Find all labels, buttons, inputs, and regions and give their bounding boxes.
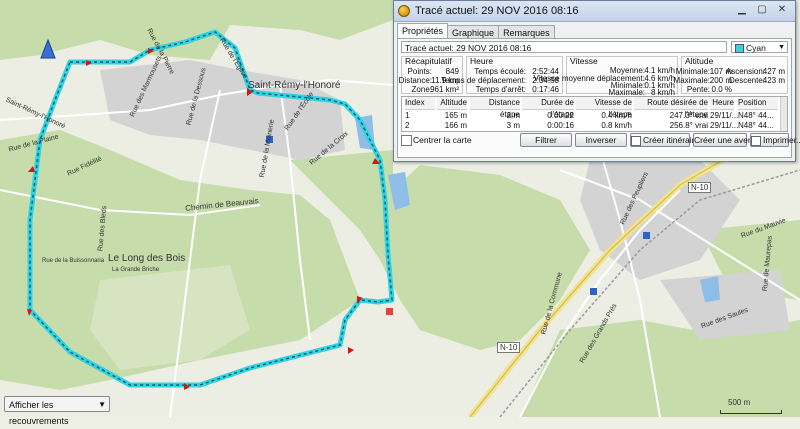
cell-speed: 0.8 km/h — [601, 121, 632, 130]
cell-position: N48° 44... — [738, 111, 774, 120]
cell-course: 256.8° vrai — [669, 121, 708, 130]
properties-panel: Tracé actuel: 29 NOV 2016 08:16 Cyan ▼ R… — [397, 38, 800, 158]
speed-group: Vitesse Moyenne: 4.1 km/h Vitesse moyenn… — [534, 56, 678, 97]
scale-bar — [720, 410, 782, 414]
altitude-value: 427 m — [762, 67, 785, 76]
column-header-index[interactable]: Index — [405, 97, 435, 110]
create-adventure-button[interactable]: Créer une aventure... — [693, 133, 774, 147]
close-button[interactable]: ✕ — [773, 3, 791, 18]
filter-button[interactable]: Filtrer — [520, 133, 572, 147]
cell-distance: 3 m — [506, 121, 520, 130]
summary-value: 849 — [445, 67, 459, 76]
altitude-title: Altitude — [685, 56, 714, 66]
altitude-label: Descente: — [728, 76, 765, 85]
cell-time: 29/11/... — [710, 121, 739, 130]
cell-position: N48° 44... — [738, 121, 774, 130]
center-map-checkbox[interactable] — [401, 135, 412, 146]
map-label-town: Saint-Rémy-l'Honoré — [248, 80, 341, 91]
cell-index: 2 — [405, 121, 410, 130]
cell-distance: 2 m — [506, 111, 520, 120]
window-title: Tracé actuel: 29 NOV 2016 08:16 — [415, 5, 579, 17]
parking-icon-2 — [643, 232, 650, 239]
printer-icon — [751, 135, 761, 146]
track-color-select[interactable]: Cyan ▼ — [731, 41, 788, 53]
altitude-label: Minimale: — [675, 67, 710, 76]
column-header-course[interactable]: Route désirée de l'étape — [634, 97, 708, 119]
column-header-speed[interactable]: Vitesse de l'étape — [576, 97, 632, 119]
altitude-group: Altitude Minimale: 107 m Maximale: 200 m… — [674, 56, 788, 94]
overlay-select[interactable]: Afficher les recouvrements ▼ — [4, 396, 110, 426]
create-route-button[interactable]: Créer itinéraire... — [630, 133, 706, 147]
track-properties-window: Tracé actuel: 29 NOV 2016 08:16 ▁ ▢ ✕ Pr… — [393, 0, 800, 162]
invert-button[interactable]: Inverser — [575, 133, 627, 147]
column-header-position[interactable]: Position — [738, 97, 778, 110]
summary-label: Zone: — [411, 85, 432, 94]
cell-index: 1 — [405, 111, 410, 120]
column-header-distance[interactable]: Distance étape — [470, 97, 520, 119]
altitude-label: Maximale: — [673, 76, 710, 85]
altitude-value: 423 m — [762, 76, 785, 85]
cell-course: 247.3° vrai — [669, 111, 708, 120]
summary-group: Récapitulatif Points: 849 Distance: 11.9… — [398, 56, 463, 94]
color-swatch — [735, 44, 744, 53]
summary-title: Récapitulatif — [405, 56, 452, 66]
chevron-down-icon: ▼ — [778, 44, 785, 51]
cell-time: 29/11/... — [710, 111, 739, 120]
cell-altitude: 166 m — [444, 121, 467, 130]
print-label: Imprimer... — [763, 135, 800, 145]
time-title: Heure — [470, 56, 494, 66]
parking-icon-3 — [590, 288, 597, 295]
overlay-select-value: Afficher les recouvrements — [9, 400, 69, 426]
altitude-label: Pente: — [686, 85, 710, 94]
summary-value: 961 km² — [430, 85, 459, 94]
route-icon — [631, 135, 641, 146]
tab-strip: Propriétés Graphique Remarques — [397, 23, 555, 40]
map-label-n10-b: N-10 — [497, 342, 521, 353]
title-bar[interactable]: Tracé actuel: 29 NOV 2016 08:16 ▁ ▢ ✕ — [394, 1, 795, 22]
column-header-altitude[interactable]: Altitude — [437, 97, 467, 110]
poi-icon — [386, 308, 393, 315]
time-label: Temps écoulé: — [474, 67, 526, 76]
cell-altitude: 165 m — [444, 111, 467, 120]
scale-label: 500 m — [728, 398, 751, 407]
minimize-button[interactable]: ▁ — [733, 3, 751, 18]
summary-label: Distance: — [398, 76, 432, 85]
time-label: Temps d'arrêt: — [475, 85, 526, 94]
column-header-duration[interactable]: Durée de l'étape — [522, 97, 574, 119]
cell-speed: 0.4 km/h — [601, 111, 632, 120]
cell-duration: 0:00:16 — [547, 121, 574, 130]
time-value: 0:17:46 — [532, 85, 559, 94]
track-name-input[interactable]: Tracé actuel: 29 NOV 2016 08:16 — [401, 41, 727, 53]
column-header-time[interactable]: Heure — [710, 97, 734, 110]
map-label-rue-buisson: Rue de la Buissonnaria — [42, 258, 105, 264]
altitude-value: 0.0 % — [711, 85, 732, 94]
time-label: Temps de déplacement: — [441, 76, 526, 85]
chevron-down-icon: ▼ — [98, 400, 106, 409]
maximize-button[interactable]: ▢ — [753, 3, 771, 18]
speed-title: Vitesse — [570, 56, 598, 66]
map-label-grande-briche: La Grande Briche — [112, 267, 160, 273]
track-points-table[interactable]: Index Altitude Distance étape Durée de l… — [401, 96, 788, 132]
map-label-n10-a: N-10 — [688, 182, 712, 193]
map-label-long-des-bois: Le Long des Bois — [108, 253, 186, 264]
cell-duration: 0:00:22 — [547, 111, 574, 120]
color-name: Cyan — [746, 43, 766, 53]
center-map-label: Centrer la carte — [413, 135, 472, 145]
altitude-label: Ascension: — [725, 67, 765, 76]
app-icon — [398, 5, 410, 17]
table-scrollbar[interactable] — [780, 97, 787, 131]
print-button[interactable]: Imprimer... — [750, 133, 800, 147]
summary-label: Points: — [407, 67, 432, 76]
